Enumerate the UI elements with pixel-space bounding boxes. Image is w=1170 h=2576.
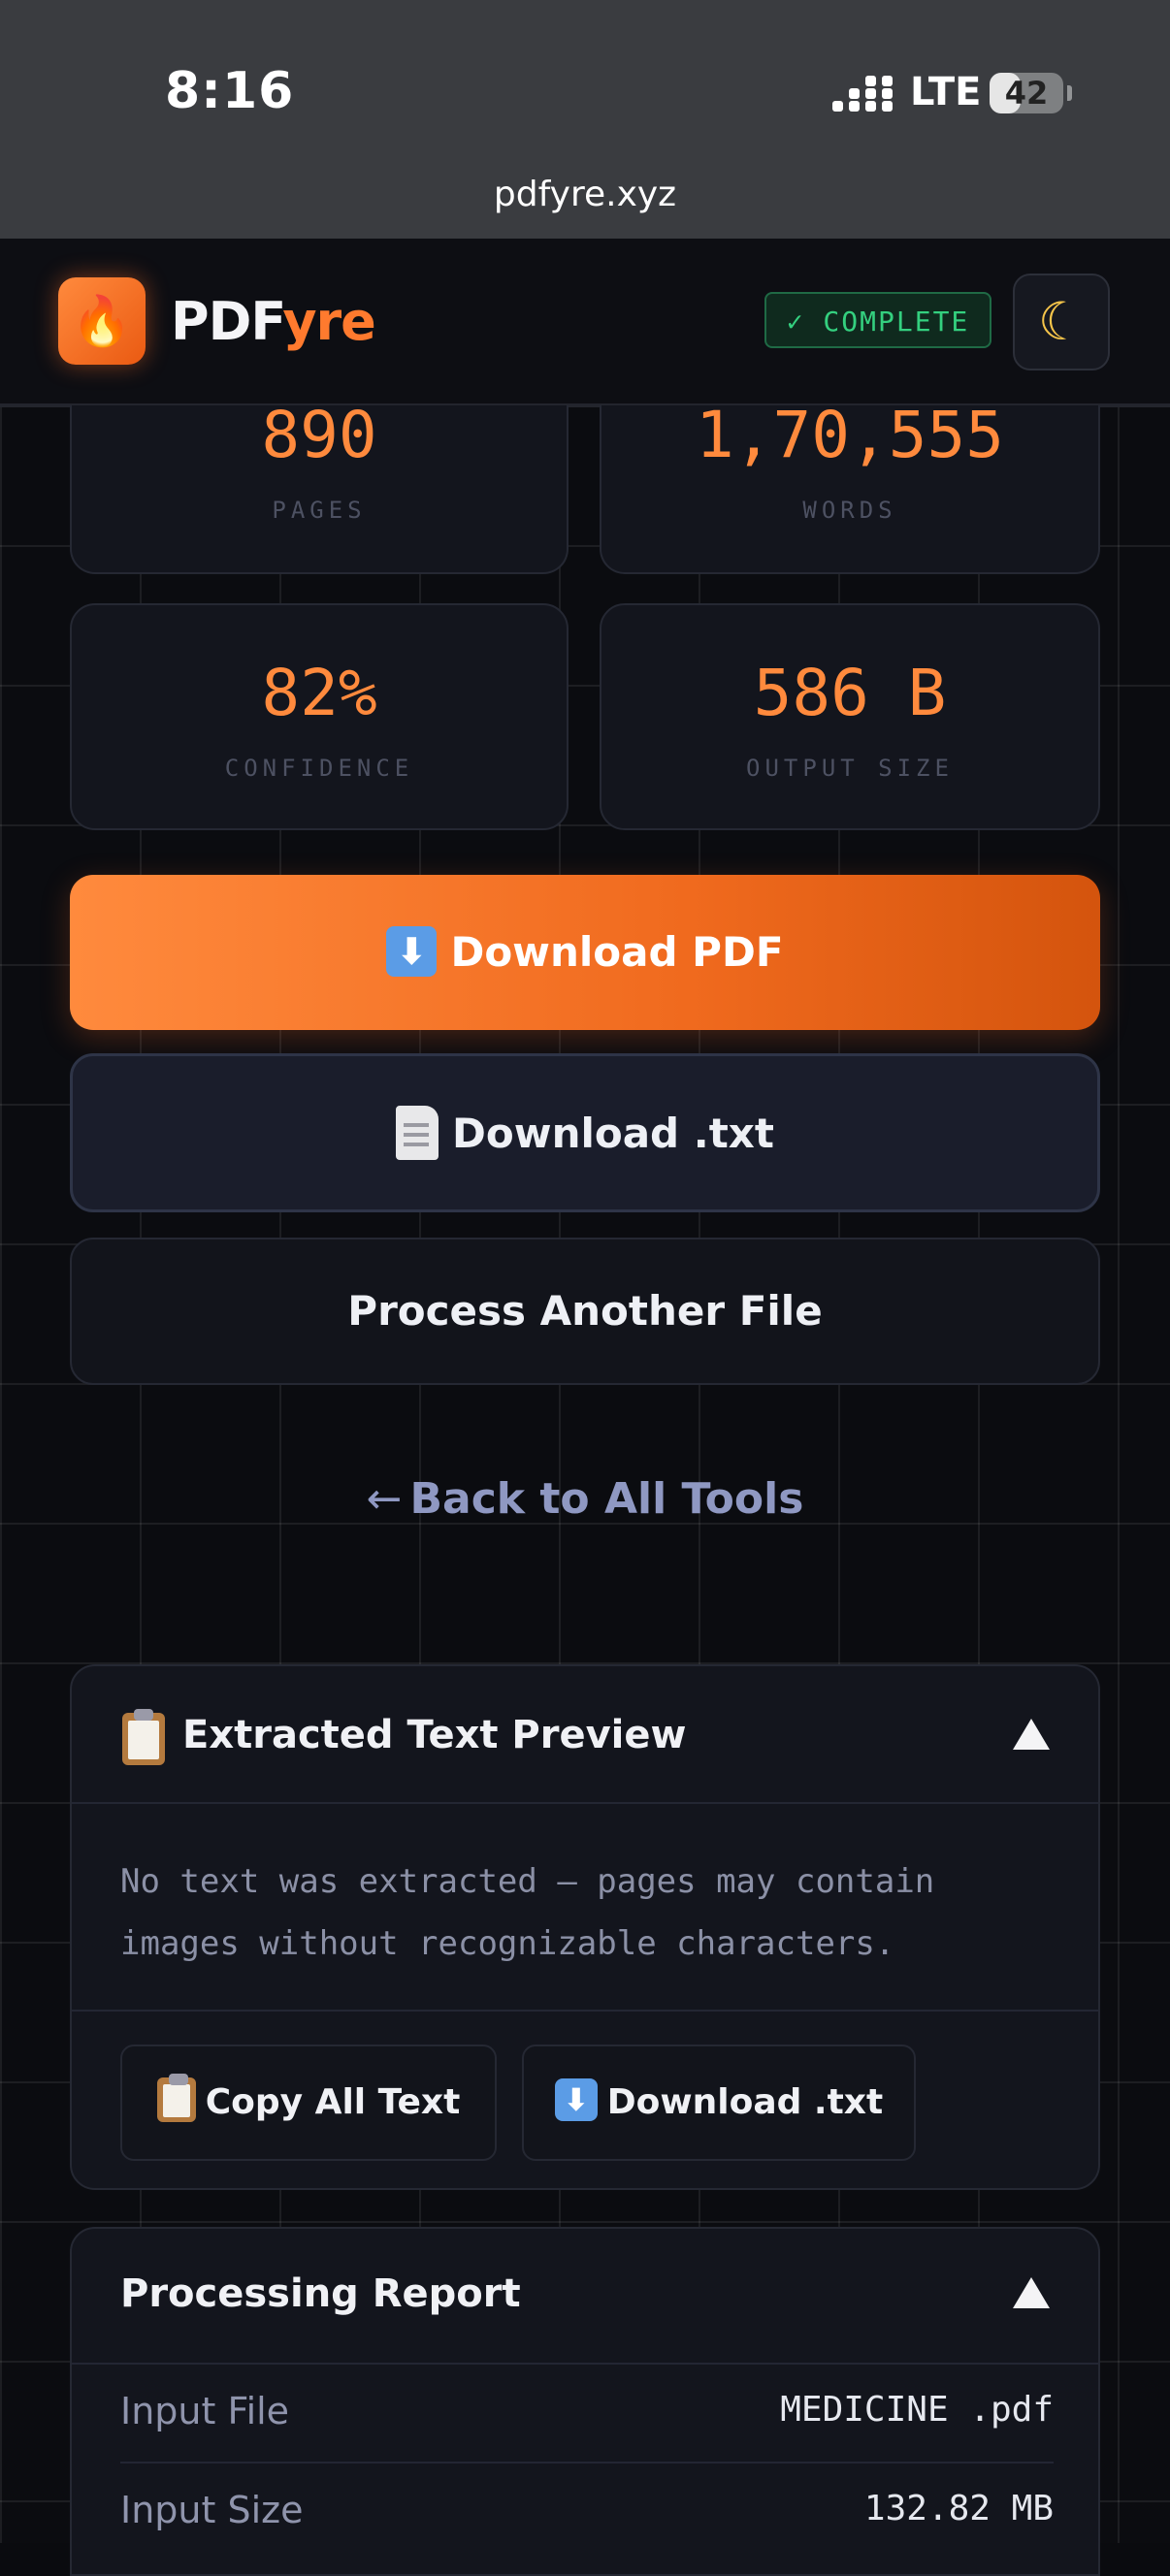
- stat-card-output-size: 586 B OUTPUT SIZE: [600, 603, 1100, 830]
- arrow-left-icon: ←: [366, 1474, 403, 1524]
- brand-part-2: yre: [282, 291, 375, 352]
- moon-icon: ☾: [1037, 291, 1086, 352]
- report-label: Input Size: [120, 2489, 304, 2531]
- app-logo-overlay[interactable]: 🔥: [58, 277, 146, 365]
- divider: [72, 1802, 1098, 1804]
- status-badge-overlay: ✓ COMPLETE: [764, 292, 991, 348]
- download-pdf-button[interactable]: ⬇ Download PDF: [70, 875, 1100, 1030]
- report-value: 132.82 MB: [863, 2489, 1054, 2528]
- report-title: Processing Report: [120, 2271, 521, 2316]
- report-row: Input File MEDICINE .pdf: [120, 2390, 1054, 2438]
- collapse-triangle-icon[interactable]: [1013, 2277, 1050, 2308]
- battery-tip: [1067, 85, 1072, 101]
- header-content: 🔥 PDFyre ✓ COMPLETE ☾: [0, 239, 1170, 405]
- download-txt-label: Download .txt: [452, 1110, 774, 1157]
- document-icon: [396, 1105, 439, 1160]
- divider: [72, 2010, 1098, 2012]
- back-to-tools-link[interactable]: ← Back to All Tools: [0, 1474, 1170, 1524]
- report-row: Input Size 132.82 MB: [120, 2489, 1054, 2537]
- divider: [72, 2363, 1098, 2365]
- report-label: Input File: [120, 2390, 290, 2432]
- copy-all-text-button[interactable]: Copy All Text: [120, 2045, 497, 2161]
- preview-download-txt-button[interactable]: ⬇ Download .txt: [522, 2045, 916, 2161]
- stat-value: 586 B: [753, 656, 947, 730]
- stat-card-confidence: 82% CONFIDENCE: [70, 603, 569, 830]
- download-icon: ⬇: [386, 925, 438, 977]
- preview-message: No text was extracted — pages may contai…: [120, 1862, 935, 1963]
- network-type: LTE: [910, 70, 982, 114]
- preview-title: Extracted Text Preview: [182, 1713, 687, 1757]
- theme-toggle-button-overlay[interactable]: ☾: [1013, 274, 1110, 370]
- brand-part-1: PDF: [171, 291, 283, 352]
- clipboard-icon: [122, 1709, 165, 1765]
- stat-label: PAGES: [272, 497, 367, 524]
- collapse-triangle-icon[interactable]: [1013, 1719, 1050, 1750]
- status-bar: 8:16 LTE 42 pdfyre.xyz: [0, 0, 1170, 239]
- report-value: MEDICINE .pdf: [780, 2390, 1054, 2430]
- signal-icon: [832, 76, 893, 114]
- back-to-tools-label: Back to All Tools: [409, 1474, 804, 1524]
- flame-icon: 🔥: [71, 293, 133, 349]
- stat-label: CONFIDENCE: [224, 755, 414, 782]
- stat-value: 890: [261, 398, 377, 472]
- copy-all-text-label: Copy All Text: [205, 2082, 461, 2122]
- preview-download-label: Download .txt: [606, 2082, 884, 2122]
- clipboard-icon: [156, 2074, 196, 2122]
- download-icon: ⬇: [554, 2078, 598, 2121]
- process-another-label: Process Another File: [347, 1287, 823, 1335]
- stat-value: 82%: [261, 656, 377, 730]
- battery-level: 42: [1004, 75, 1049, 112]
- stat-value: 1,70,555: [696, 398, 1004, 472]
- address-bar[interactable]: pdfyre.xyz: [0, 175, 1170, 214]
- report-panel-header[interactable]: Processing Report: [72, 2229, 1098, 2363]
- preview-panel-header[interactable]: Extracted Text Preview: [72, 1666, 1098, 1802]
- stat-label: WORDS: [802, 497, 897, 524]
- status-time: 8:16: [165, 62, 295, 120]
- process-another-file-button[interactable]: Process Another File: [70, 1238, 1100, 1385]
- processing-report-panel: Processing Report Input File MEDICINE .p…: [70, 2227, 1100, 2576]
- download-pdf-label: Download PDF: [450, 928, 784, 976]
- brand-name-overlay[interactable]: PDFyre: [171, 291, 376, 352]
- download-txt-button[interactable]: Download .txt: [70, 1053, 1100, 1212]
- extracted-text-preview-panel: Extracted Text Preview No text was extra…: [70, 1664, 1100, 2190]
- battery-icon: 42: [990, 73, 1063, 113]
- divider: [120, 2462, 1054, 2463]
- stat-label: OUTPUT SIZE: [746, 755, 954, 782]
